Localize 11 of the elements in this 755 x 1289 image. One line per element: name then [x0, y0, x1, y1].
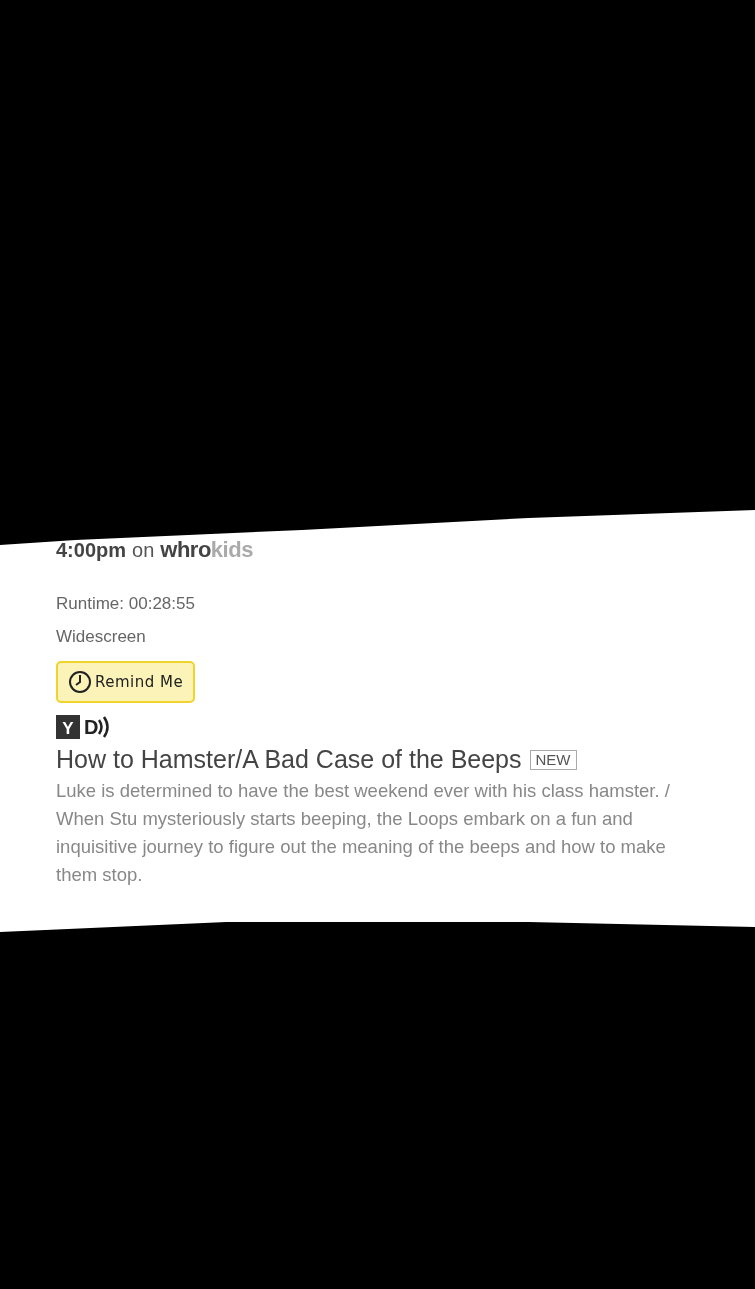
on-label: on [132, 539, 155, 562]
detail-text: Widescreen [56, 626, 147, 648]
remind-me-button[interactable]: Remind Me [56, 661, 196, 703]
air-time: 4:00pm [56, 539, 127, 562]
new-badge: NEW [529, 749, 577, 770]
episode-description: Luke is determined to have the best weekend ever with his class hamster. / When Stu mysteriously starts beeping, the Loops embark on a fun and inquisitive journey to figure out the meaning of the beeps and how to make them stop. [56, 779, 671, 887]
detail-text: Runtime: 00:28:55 [56, 593, 196, 615]
episode-title: How to Hamster/A Bad Case of the Beeps [56, 745, 522, 774]
descriptor-rating: D [84, 715, 111, 739]
channel-logo: whrokids [160, 537, 253, 563]
tv-rating-badge: Y [56, 715, 80, 739]
